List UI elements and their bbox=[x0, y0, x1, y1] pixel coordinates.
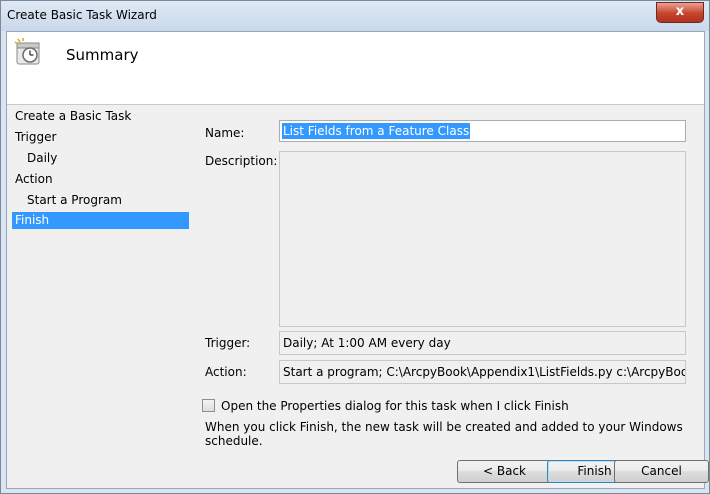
wizard-window: Create Basic Task Wizard x Summary Creat… bbox=[0, 0, 710, 494]
step-action[interactable]: Action bbox=[12, 171, 189, 188]
step-trigger[interactable]: Trigger bbox=[12, 129, 189, 146]
action-label: Action: bbox=[205, 365, 247, 379]
wizard-header: Summary bbox=[7, 32, 704, 105]
finish-info-text: When you click Finish, the new task will… bbox=[205, 420, 683, 448]
back-button[interactable]: < Back bbox=[457, 460, 552, 483]
close-icon: x bbox=[675, 4, 685, 19]
step-start-a-program[interactable]: Start a Program bbox=[12, 192, 189, 209]
wizard-client: Summary Create a Basic Task Trigger Dail… bbox=[6, 31, 709, 489]
name-value: List Fields from a Feature Class bbox=[282, 123, 471, 139]
wizard-body: Create a Basic Task Trigger Daily Action… bbox=[7, 105, 709, 488]
name-field[interactable]: List Fields from a Feature Class bbox=[279, 120, 686, 142]
action-field: Start a program; C:\ArcpyBook\Appendix1\… bbox=[279, 360, 686, 384]
page-title: Summary bbox=[66, 46, 139, 64]
name-label: Name: bbox=[205, 126, 245, 140]
step-create-basic-task[interactable]: Create a Basic Task bbox=[12, 108, 189, 125]
task-clock-icon bbox=[14, 38, 40, 65]
description-label: Description: bbox=[205, 154, 278, 168]
close-button[interactable]: x bbox=[656, 2, 704, 23]
description-field[interactable] bbox=[279, 151, 686, 327]
trigger-label: Trigger: bbox=[205, 336, 251, 350]
step-finish[interactable]: Finish bbox=[12, 212, 189, 229]
step-daily[interactable]: Daily bbox=[12, 150, 189, 167]
open-properties-label[interactable]: Open the Properties dialog for this task… bbox=[221, 399, 569, 413]
window-title: Create Basic Task Wizard bbox=[7, 8, 157, 22]
trigger-field: Daily; At 1:00 AM every day bbox=[279, 331, 686, 355]
title-bar: Create Basic Task Wizard x bbox=[1, 1, 709, 31]
cancel-button[interactable]: Cancel bbox=[614, 460, 709, 483]
open-properties-checkbox[interactable] bbox=[202, 399, 215, 412]
